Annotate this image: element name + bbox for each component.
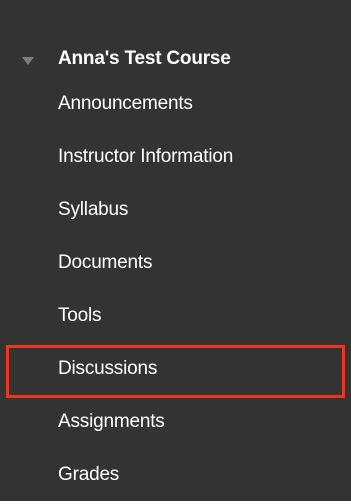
menu-item-label[interactable]: Syllabus [58,199,128,221]
course-header[interactable]: Anna's Test Course [0,36,351,82]
menu-item-grades[interactable]: Grades [0,451,351,504]
menu-item-discussions[interactable]: Discussions [6,345,345,398]
menu-item-documents[interactable]: Documents [0,239,351,292]
menu-item-label[interactable]: Announcements [58,93,193,115]
menu-item-label[interactable]: Tools [58,305,102,327]
triangle-down-icon[interactable] [22,57,34,65]
menu-item-label[interactable]: Assignments [58,411,165,433]
menu-item-tools[interactable]: Tools [0,292,351,345]
menu-item-label[interactable]: Instructor Information [58,146,233,168]
menu-item-announcements[interactable]: Announcements [0,80,351,133]
menu-item-label[interactable]: Grades [58,464,119,486]
course-menu: Anna's Test Course Announcements Instruc… [0,0,351,501]
menu-item-label[interactable]: Discussions [58,358,157,380]
course-menu-list: Announcements Instructor Information Syl… [0,80,351,504]
course-title[interactable]: Anna's Test Course [58,48,231,70]
menu-item-instructor-information[interactable]: Instructor Information [0,133,351,186]
menu-item-label[interactable]: Documents [58,252,152,274]
menu-item-syllabus[interactable]: Syllabus [0,186,351,239]
menu-item-assignments[interactable]: Assignments [0,398,351,451]
